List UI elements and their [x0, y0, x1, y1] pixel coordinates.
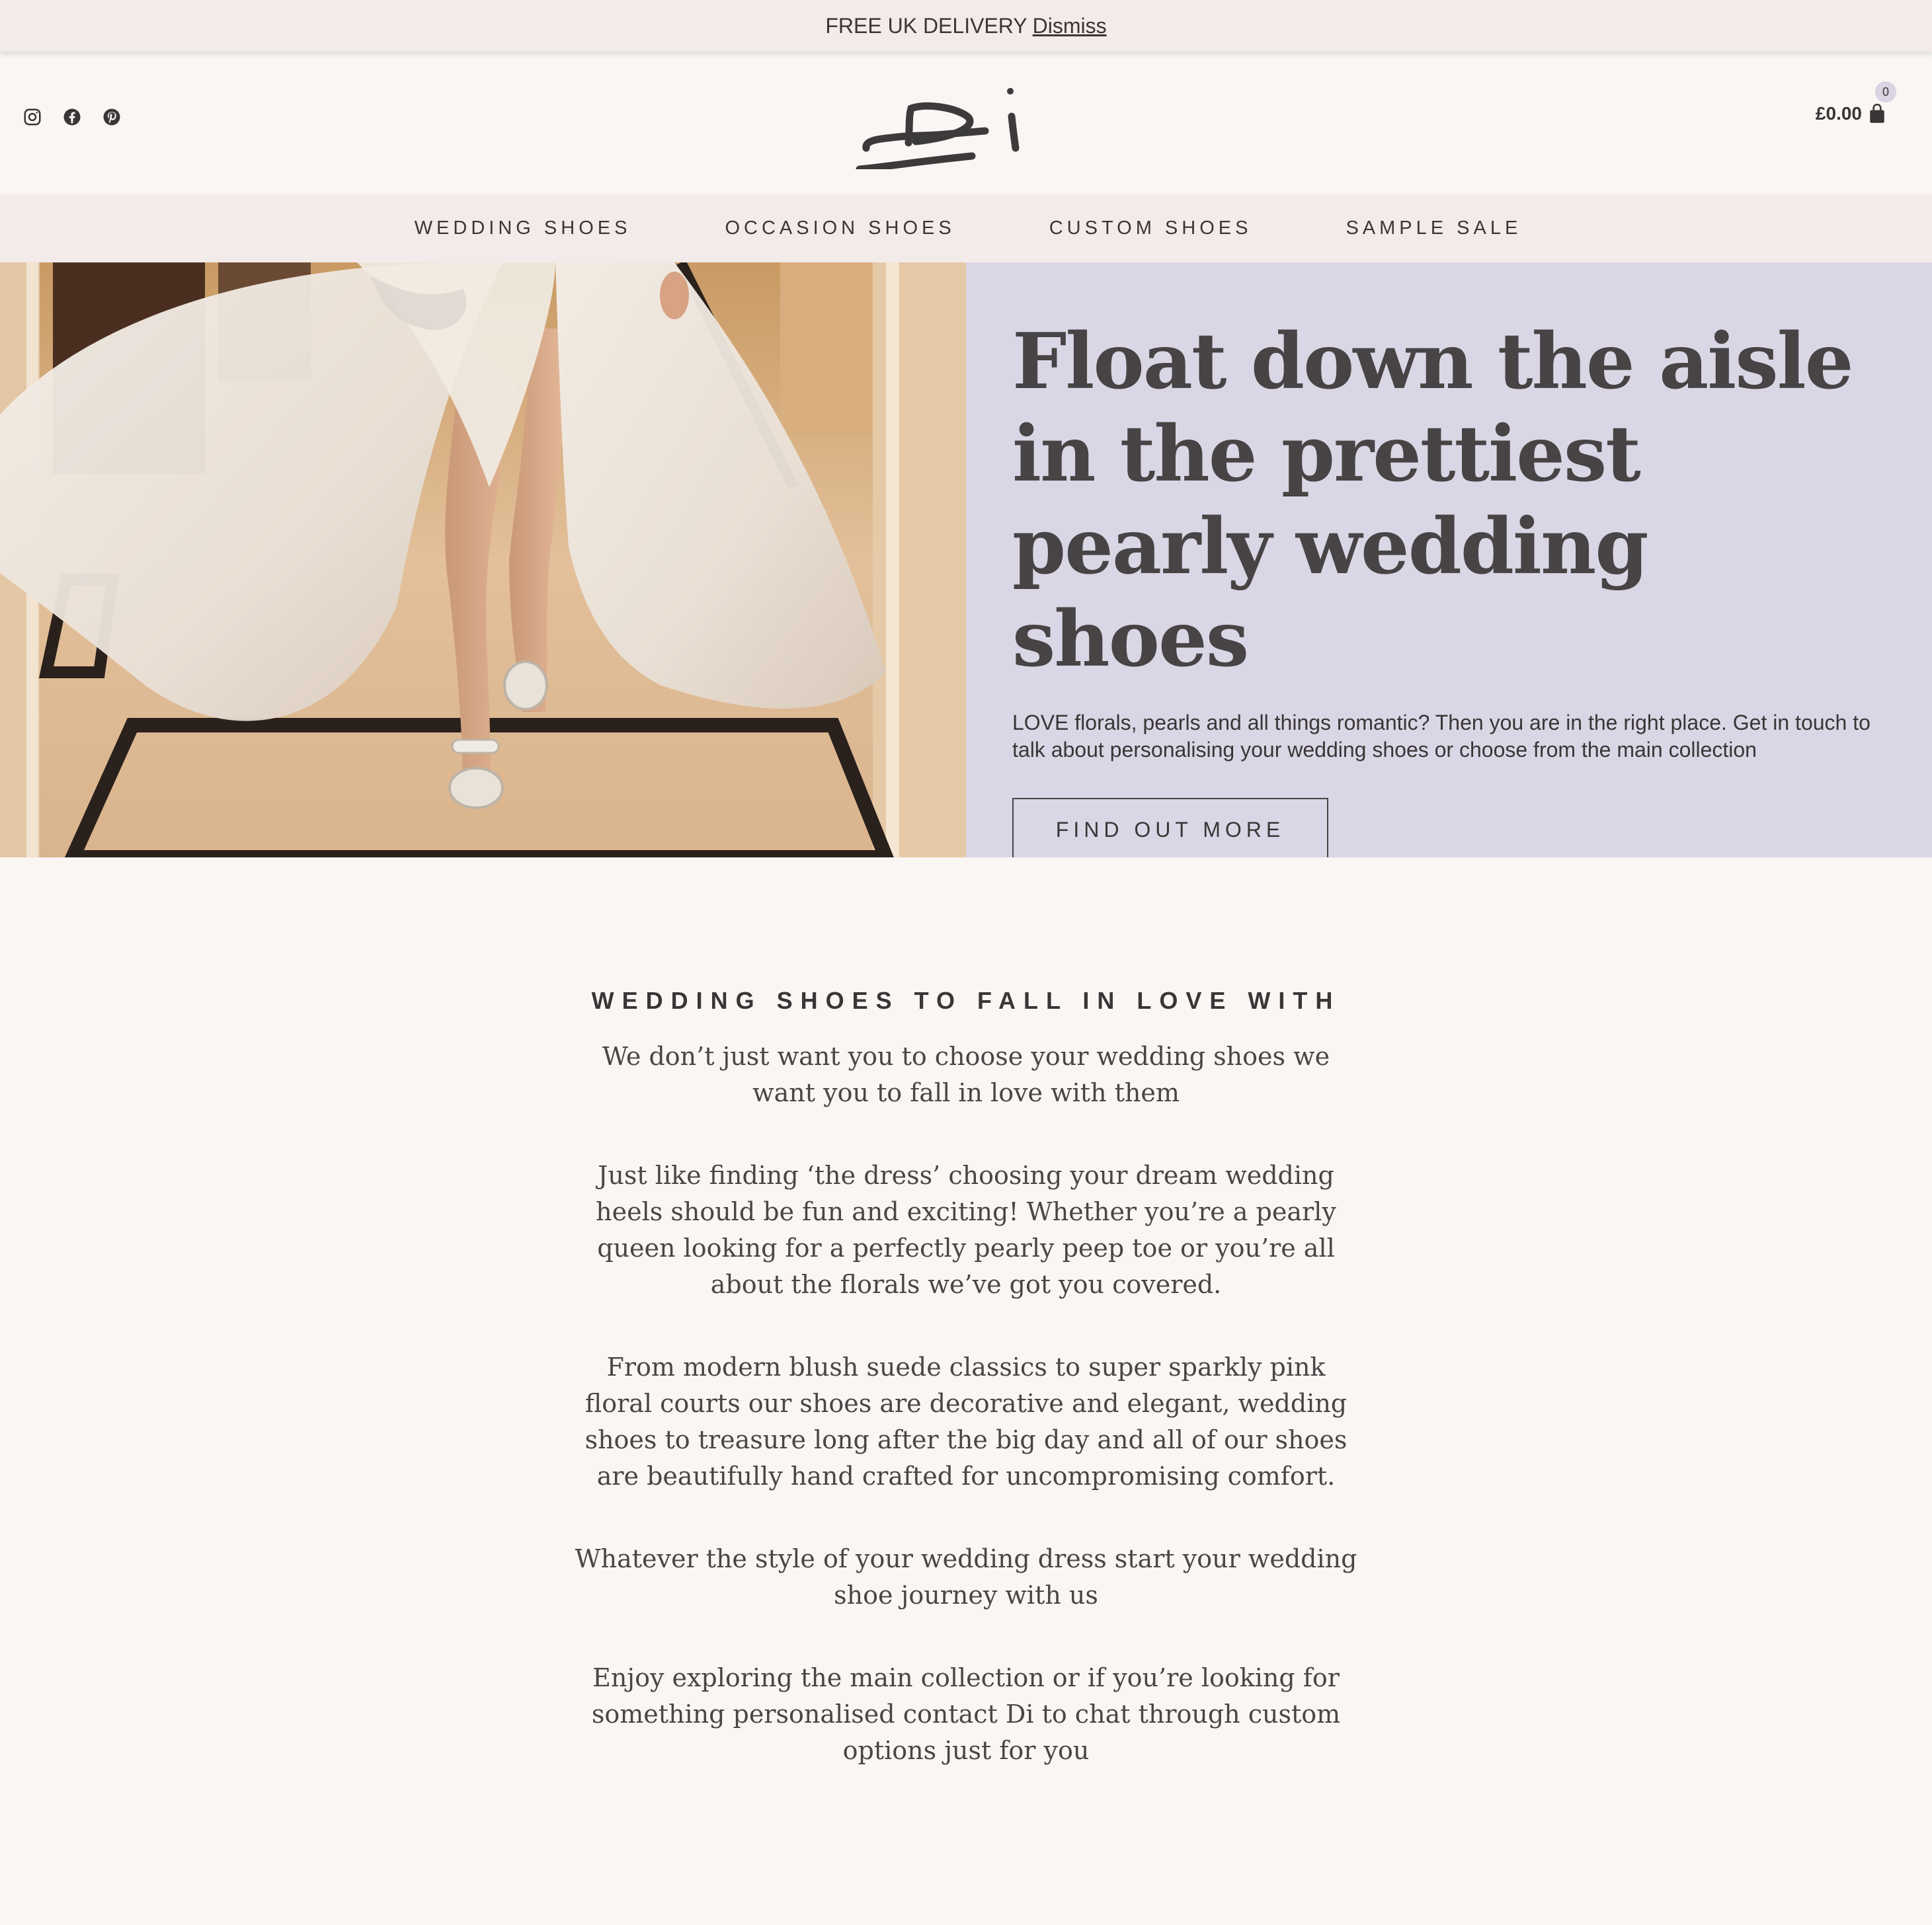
main-nav: WEDDING SHOES OCCASION SHOES CUSTOM SHOE…: [0, 194, 1932, 262]
instagram-icon[interactable]: [20, 104, 45, 130]
site-logo[interactable]: [853, 70, 1078, 173]
nav-item-custom-shoes[interactable]: CUSTOM SHOES: [1049, 217, 1252, 239]
intro-paragraph: Whatever the style of your wedding dress…: [575, 1544, 1357, 1610]
cart-total: £0.00: [1815, 103, 1862, 124]
pinterest-icon[interactable]: [99, 104, 124, 130]
facebook-icon[interactable]: [60, 104, 85, 130]
hero-title: Float down the aisle in the prettiest pe…: [1012, 317, 1854, 684]
shopping-bag-icon: 0: [1869, 81, 1896, 124]
cart-count-badge: 0: [1875, 81, 1896, 102]
hero-section: Float down the aisle in the prettiest pe…: [0, 262, 1932, 861]
nav-item-sample-sale[interactable]: SAMPLE SALE: [1346, 217, 1521, 239]
intro-paragraph: We don’t just want you to choose your we…: [602, 1042, 1330, 1107]
site-header: £0.00 0: [0, 52, 1932, 194]
intro-paragraph: From modern blush suede classics to supe…: [584, 1353, 1348, 1491]
intro-section: WEDDING SHOES TO FALL IN LOVE WITH We do…: [0, 857, 1932, 1925]
hero-image: [0, 262, 966, 857]
announcement-text: FREE UK DELIVERY: [825, 13, 1027, 38]
cart-button[interactable]: £0.00 0: [1815, 81, 1896, 124]
intro-paragraph: Enjoy exploring the main collection or i…: [591, 1663, 1341, 1765]
hero-text-panel: Float down the aisle in the prettiest pe…: [966, 262, 1932, 861]
find-out-more-button[interactable]: FIND OUT MORE: [1012, 798, 1328, 861]
nav-item-occasion-shoes[interactable]: OCCASION SHOES: [725, 217, 955, 239]
intro-heading: WEDDING SHOES TO FALL IN LOVE WITH: [591, 987, 1341, 1014]
announcement-bar: FREE UK DELIVERY Dismiss: [0, 0, 1932, 52]
dismiss-link[interactable]: Dismiss: [1033, 14, 1107, 38]
intro-body: We don’t just want you to choose your we…: [569, 1039, 1363, 1815]
social-links: [20, 104, 124, 130]
hero-description: LOVE florals, pearls and all things roma…: [1012, 711, 1871, 762]
nav-item-wedding-shoes[interactable]: WEDDING SHOES: [415, 217, 631, 239]
intro-paragraph: Just like finding ‘the dress’ choosing y…: [596, 1161, 1336, 1299]
